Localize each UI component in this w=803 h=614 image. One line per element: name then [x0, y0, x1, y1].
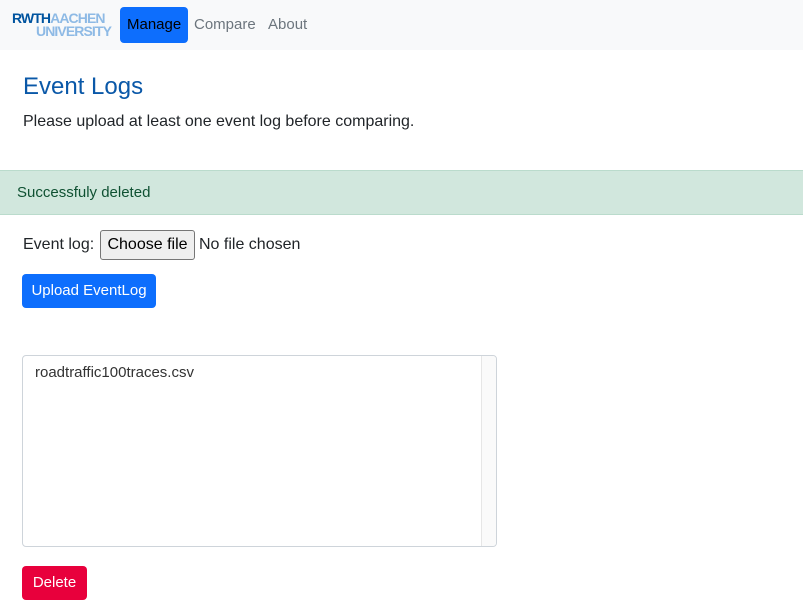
- list-item[interactable]: roadtraffic100traces.csv: [35, 363, 194, 383]
- nav-manage[interactable]: Manage: [120, 7, 189, 43]
- navbar: RWTHAACHEN UNIVERSITY Manage Compare Abo…: [0, 0, 803, 50]
- delete-button[interactable]: Delete: [22, 566, 87, 600]
- success-alert: Successfuly deleted: [0, 170, 803, 215]
- event-log-label: Event log:: [23, 236, 95, 253]
- nav-compare[interactable]: Compare: [194, 7, 256, 43]
- rwth-logo[interactable]: RWTHAACHEN UNIVERSITY: [12, 11, 112, 39]
- event-log-listbox[interactable]: roadtraffic100traces.csv: [22, 355, 497, 547]
- nav-about[interactable]: About: [268, 7, 307, 43]
- logo-university-text: UNIVERSITY: [36, 23, 112, 39]
- page-title: Event Logs: [23, 73, 144, 100]
- upload-eventlog-button[interactable]: Upload EventLog: [22, 274, 156, 308]
- choose-file-button[interactable]: Choose file: [100, 230, 195, 260]
- file-status-text: No file chosen: [199, 236, 301, 253]
- page-subtitle: Please upload at least one event log bef…: [23, 113, 415, 130]
- listbox-scrollbar[interactable]: [481, 356, 496, 546]
